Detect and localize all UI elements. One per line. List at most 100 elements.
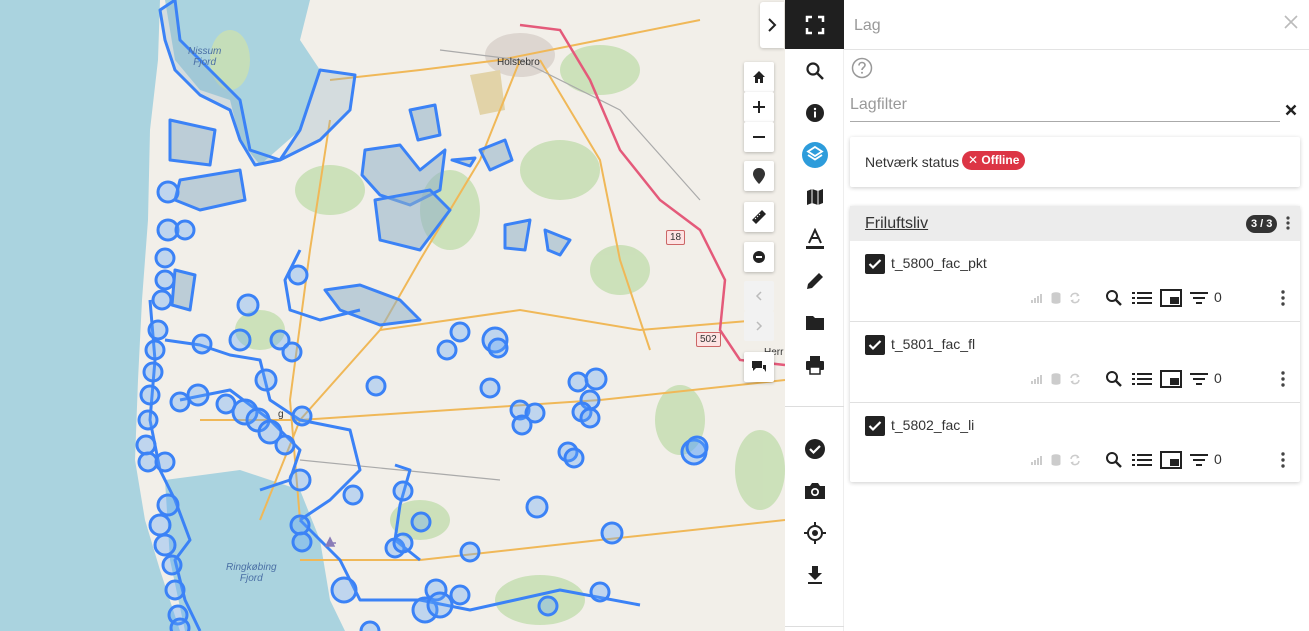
search-layer-button[interactable] <box>1105 288 1123 308</box>
panel-header: Lag <box>844 0 1309 50</box>
toolbar <box>785 0 844 631</box>
history-forward-button[interactable] <box>744 311 774 341</box>
style-button[interactable] <box>1160 450 1182 470</box>
layers-panel: Lag Netværk status ✕ Offline Friluftsliv… <box>844 0 1309 631</box>
map-label-town: g <box>278 409 284 420</box>
chat-icon <box>752 361 766 372</box>
search-layer-button[interactable] <box>1105 450 1123 470</box>
basemap-button[interactable] <box>785 176 844 218</box>
fullscreen-icon <box>805 15 824 34</box>
help-icon <box>851 57 873 79</box>
road-shield: 18 <box>666 230 686 245</box>
draw-button[interactable] <box>785 260 844 302</box>
help-button[interactable] <box>851 57 873 84</box>
locate-icon <box>803 522 826 544</box>
search-button[interactable] <box>785 50 844 92</box>
zoom-in-icon <box>753 101 765 113</box>
group-menu-button[interactable] <box>1286 216 1290 235</box>
layers-button[interactable] <box>785 134 844 176</box>
map-label-line: Fjord <box>239 573 263 584</box>
style-button[interactable] <box>1160 369 1182 389</box>
print-button[interactable] <box>785 344 844 386</box>
folder-icon <box>805 316 824 330</box>
database-icon <box>1051 450 1061 470</box>
filter-icon <box>1190 292 1208 304</box>
check-circle-icon <box>804 439 825 459</box>
layer-filter-input[interactable] <box>850 90 1280 120</box>
toolbar-divider <box>785 626 844 627</box>
fullscreen-button[interactable] <box>785 0 844 49</box>
marker-button[interactable] <box>744 161 774 191</box>
map-label-nissum-fjord: Nissum Fjord <box>188 46 221 68</box>
check-icon <box>868 340 882 351</box>
text-button[interactable] <box>785 218 844 260</box>
check-button[interactable] <box>785 428 844 470</box>
layer-group-title[interactable]: Friluftsliv <box>865 215 928 233</box>
style-button[interactable] <box>1160 288 1182 308</box>
basemap <box>0 0 785 631</box>
chevron-right-icon <box>756 321 763 331</box>
zoom-out-button[interactable] <box>744 122 774 152</box>
camera-button[interactable] <box>785 470 844 512</box>
layer-tools: 0 <box>1031 288 1291 308</box>
filter-button[interactable] <box>1190 288 1208 308</box>
attribute-table-button[interactable] <box>1132 288 1152 308</box>
layer-name: t_5802_fac_li <box>891 417 975 433</box>
layer-checkbox[interactable] <box>865 254 885 274</box>
locate-button[interactable] <box>785 512 844 554</box>
measure-button[interactable] <box>744 202 774 232</box>
filter-icon <box>1190 373 1208 385</box>
map-icon <box>806 189 823 205</box>
filter-button[interactable] <box>1190 369 1208 389</box>
search-layer-button[interactable] <box>1105 369 1123 389</box>
database-icon <box>1051 369 1061 389</box>
list-icon <box>1132 454 1152 466</box>
history-back-button[interactable] <box>744 281 774 311</box>
search-icon <box>1106 290 1122 306</box>
home-icon <box>753 71 765 83</box>
app: Holstebro Nissum Fjord Ringkøbing Fjord … <box>0 0 1309 631</box>
legend-icon <box>1160 451 1182 469</box>
close-icon <box>1284 15 1298 29</box>
folder-button[interactable] <box>785 302 844 344</box>
attribute-table-button[interactable] <box>1132 450 1152 470</box>
clear-button[interactable] <box>744 242 774 272</box>
pin-icon <box>753 168 765 184</box>
close-panel-button[interactable] <box>1283 14 1299 35</box>
more-vertical-icon <box>1281 452 1285 468</box>
layer-filter-field <box>850 90 1280 122</box>
panel-title: Lag <box>854 17 881 34</box>
layer-menu-button[interactable] <box>1281 288 1285 308</box>
home-button[interactable] <box>744 62 774 92</box>
attribute-table-button[interactable] <box>1132 369 1152 389</box>
zoom-in-button[interactable] <box>744 92 774 122</box>
clear-filter-button[interactable] <box>1285 103 1297 121</box>
status-badge-text: Offline <box>981 153 1020 167</box>
layer-checkbox[interactable] <box>865 416 885 436</box>
close-icon <box>1285 104 1297 116</box>
toolbar-divider <box>785 406 844 407</box>
layer-count-badge: 3 / 3 <box>1246 215 1278 233</box>
layer-menu-button[interactable] <box>1281 369 1285 389</box>
chevron-right-icon <box>768 18 777 32</box>
search-icon <box>1106 371 1122 387</box>
info-icon <box>805 104 824 122</box>
network-status-label: Netværk status <box>865 154 960 170</box>
info-button[interactable] <box>785 92 844 134</box>
filter-button[interactable] <box>1190 450 1208 470</box>
chat-button[interactable] <box>744 352 774 382</box>
refresh-icon <box>1069 369 1081 389</box>
list-icon <box>1132 373 1152 385</box>
download-button[interactable] <box>785 554 844 596</box>
status-badge: ✕ Offline <box>962 151 1026 170</box>
map-label-line: Ringkøbing <box>226 562 277 573</box>
layer-name: t_5800_fac_pkt <box>891 255 987 271</box>
layer-menu-button[interactable] <box>1281 450 1285 470</box>
map-view[interactable]: Holstebro Nissum Fjord Ringkøbing Fjord … <box>0 0 785 631</box>
collapse-panel-button[interactable] <box>760 2 784 48</box>
map-label-line: Fjord <box>193 57 217 68</box>
layer-checkbox[interactable] <box>865 335 885 355</box>
layer-group-header[interactable]: Friluftsliv 3 / 3 <box>850 206 1300 241</box>
layer-row: t_5800_fac_pkt 0 <box>850 241 1300 322</box>
signal-icon <box>1031 450 1043 470</box>
